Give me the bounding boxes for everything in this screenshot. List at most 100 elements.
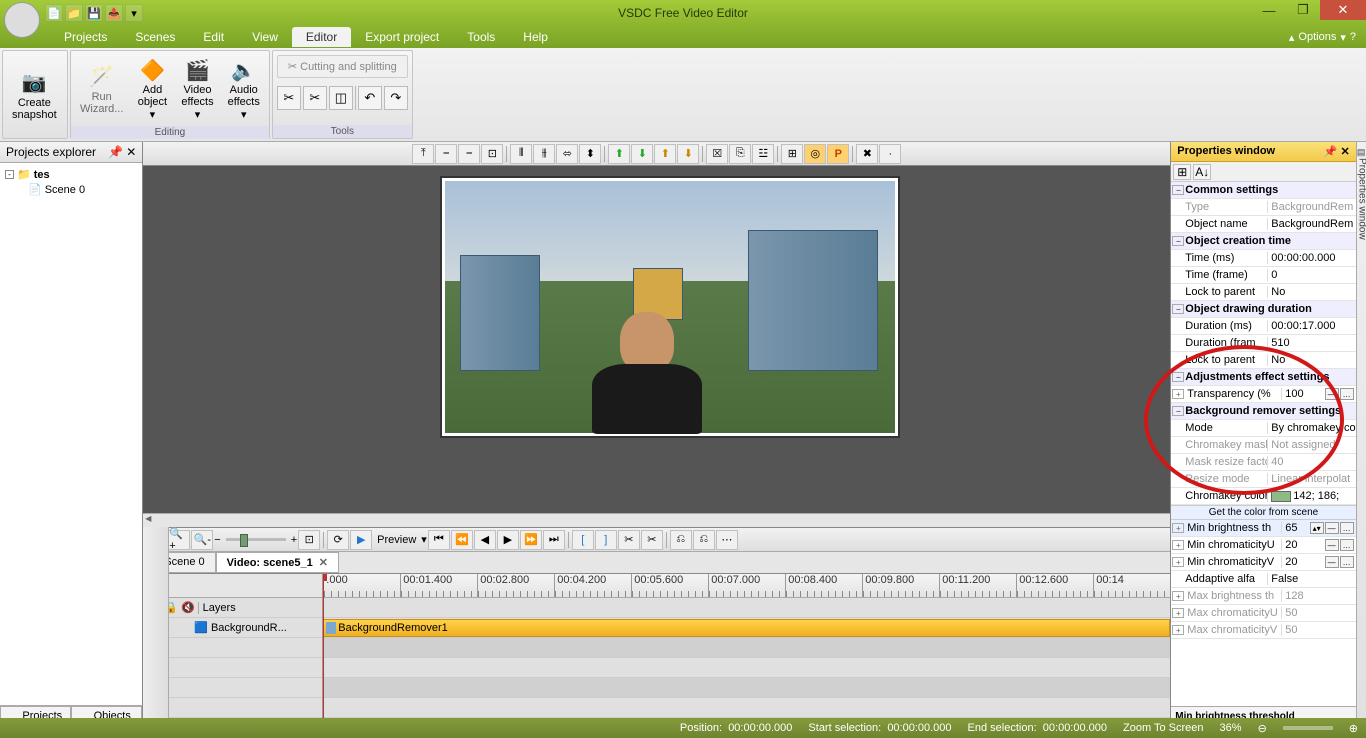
delete-icon[interactable]: ☒ [706, 144, 728, 164]
arrow-down-icon[interactable]: ⬇ [631, 144, 653, 164]
video-effects-button[interactable]: 🎬Video effects▾ [175, 54, 219, 123]
maximize-button[interactable]: ❐ [1286, 0, 1320, 20]
size-w-icon[interactable]: ⬄ [556, 144, 578, 164]
menu-view[interactable]: View [238, 27, 292, 47]
create-snapshot-button[interactable]: 📷Create snapshot [6, 54, 63, 135]
layer-down-icon[interactable]: ⬇ [677, 144, 699, 164]
menu-projects[interactable]: Projects [50, 27, 121, 47]
qat-export-icon[interactable]: 📤 [105, 4, 123, 22]
zoom-in-icon[interactable]: 🔍+ [168, 530, 190, 550]
align-c-icon[interactable]: ⊡ [481, 144, 503, 164]
minimize-button[interactable]: — [1252, 0, 1286, 20]
timems-field[interactable]: 00:00:00.000 [1267, 252, 1355, 264]
menu-export[interactable]: Export project [351, 27, 453, 47]
dist-h-icon[interactable]: ⫴ [510, 144, 532, 164]
tool-crop-icon[interactable]: ◫ [329, 86, 353, 110]
playhead[interactable] [323, 574, 324, 738]
zoom-out-icon[interactable]: 🔍- [191, 530, 213, 550]
slider-plus[interactable]: + [291, 534, 297, 546]
mark-out-icon[interactable]: ] [595, 530, 617, 550]
qat-new-icon[interactable]: 📄 [45, 4, 63, 22]
tool-cut-icon[interactable]: ✂ [303, 86, 327, 110]
cut-region-icon[interactable]: ✂ [618, 530, 640, 550]
transparency-field[interactable]: 100—… [1281, 388, 1355, 400]
zoom-out-status-icon[interactable]: ⊖ [1258, 722, 1267, 735]
snap-icon[interactable]: ◎ [804, 144, 826, 164]
objname-field[interactable]: BackgroundRem [1267, 218, 1355, 230]
lock1-field[interactable]: No [1267, 286, 1355, 298]
zoom-slider[interactable] [226, 538, 286, 541]
align-v-icon[interactable]: ⎯ [458, 144, 480, 164]
join-icon[interactable]: ⎌ [693, 530, 715, 550]
tab-close-icon[interactable]: ✕ [319, 557, 328, 569]
del-region-icon[interactable]: ✂ [641, 530, 663, 550]
adaptive-alfa-field[interactable]: False [1267, 573, 1355, 585]
loop-icon[interactable]: ⟳ [327, 530, 349, 550]
frame-fwd-icon[interactable]: ▶ [497, 530, 519, 550]
get-color-from-scene-button[interactable]: Get the color from scene [1171, 505, 1355, 520]
menu-editor[interactable]: Editor [292, 27, 351, 47]
zoom-slider-status[interactable] [1283, 726, 1333, 730]
chromakey-color-field[interactable]: 142; 186; [1267, 490, 1355, 502]
options-menu[interactable]: Options [1298, 31, 1336, 43]
durf-field[interactable]: 510 [1267, 337, 1355, 349]
props-icon[interactable]: ☳ [752, 144, 774, 164]
menu-scenes[interactable]: Scenes [121, 27, 189, 47]
size-h-icon[interactable]: ⬍ [579, 144, 601, 164]
mute-icon[interactable]: 🔇 [181, 601, 195, 614]
dist-v-icon[interactable]: ⫵ [533, 144, 555, 164]
arrow-up-icon[interactable]: ⬆ [608, 144, 630, 164]
tool-b-icon[interactable]: · [879, 144, 901, 164]
durms-field[interactable]: 00:00:17.000 [1267, 320, 1355, 332]
help-icon[interactable]: ? [1350, 31, 1356, 43]
redo-icon[interactable]: ↷ [384, 86, 408, 110]
play-icon[interactable]: ▶ [350, 530, 372, 550]
goto-start-icon[interactable]: ⏮ [428, 530, 450, 550]
qat-dropdown-icon[interactable]: ▾ [125, 4, 143, 22]
align-left-icon[interactable]: ⤒ [412, 144, 434, 164]
p-mode-icon[interactable]: P [827, 144, 849, 164]
menu-tools[interactable]: Tools [453, 27, 509, 47]
run-wizard-button[interactable]: 🪄Run Wizard... [74, 54, 129, 123]
tool-a-icon[interactable]: ✖ [856, 144, 878, 164]
cutting-splitting-button[interactable]: ✂ Cutting and splitting [277, 55, 408, 78]
step-back-icon[interactable]: ⏪ [451, 530, 473, 550]
step-fwd-icon[interactable]: ⏩ [520, 530, 542, 550]
panel-close-icon[interactable]: ✕ [126, 145, 136, 159]
add-object-button[interactable]: 🔶Add object▾ [131, 54, 173, 123]
preview-viewport[interactable] [143, 166, 1170, 513]
menu-help[interactable]: Help [509, 27, 562, 47]
chevron-down-icon[interactable]: ▾ [1340, 31, 1346, 44]
goto-end-icon[interactable]: ⏭ [543, 530, 565, 550]
grid-icon[interactable]: ⊞ [781, 144, 803, 164]
layer-up-icon[interactable]: ⬆ [654, 144, 676, 164]
categorized-icon[interactable]: ⊞ [1173, 164, 1191, 180]
undo-icon[interactable]: ↶ [358, 86, 382, 110]
extra-icon[interactable]: ⋯ [716, 530, 738, 550]
split-icon[interactable]: ⎌ [670, 530, 692, 550]
mark-in-icon[interactable]: [ [572, 530, 594, 550]
pin-icon[interactable]: 📌 [1324, 146, 1338, 158]
tool-split-icon[interactable]: ✂ [277, 86, 301, 110]
mode-field[interactable]: By chromakey co [1267, 422, 1355, 434]
lock2-field[interactable]: No [1267, 354, 1355, 366]
track-row-header[interactable]: 👁 🟦 BackgroundR... [143, 618, 322, 638]
panel-close-icon[interactable]: ✕ [1340, 146, 1349, 158]
viewport-scrollbar[interactable] [143, 513, 1170, 527]
sort-az-icon[interactable]: A↓ [1193, 164, 1211, 180]
qat-save-icon[interactable]: 💾 [85, 4, 103, 22]
menu-edit[interactable]: Edit [189, 27, 238, 47]
min-brightness-field[interactable]: 65▴▾—… [1281, 522, 1355, 534]
timef-field[interactable]: 0 [1267, 269, 1355, 281]
qat-open-icon[interactable]: 📁 [65, 4, 83, 22]
frame-back-icon[interactable]: ◀ [474, 530, 496, 550]
clip-backgroundremover[interactable]: BackgroundRemover1 [323, 619, 1170, 637]
timeline-track[interactable]: BackgroundRemover1 [323, 618, 1170, 638]
collapsed-side-dock[interactable]: ▤Properties window [1356, 142, 1366, 738]
slider-minus[interactable]: − [214, 534, 220, 546]
zoom-sel-icon[interactable]: ⊡ [298, 530, 320, 550]
min-chromv-field[interactable]: 20—… [1281, 556, 1355, 568]
close-button[interactable]: ✕ [1320, 0, 1366, 20]
audio-effects-button[interactable]: 🔈Audio effects▾ [222, 54, 266, 123]
timeline-ruler[interactable]: .00000:01.40000:02.80000:04.20000:05.600… [323, 574, 1170, 598]
